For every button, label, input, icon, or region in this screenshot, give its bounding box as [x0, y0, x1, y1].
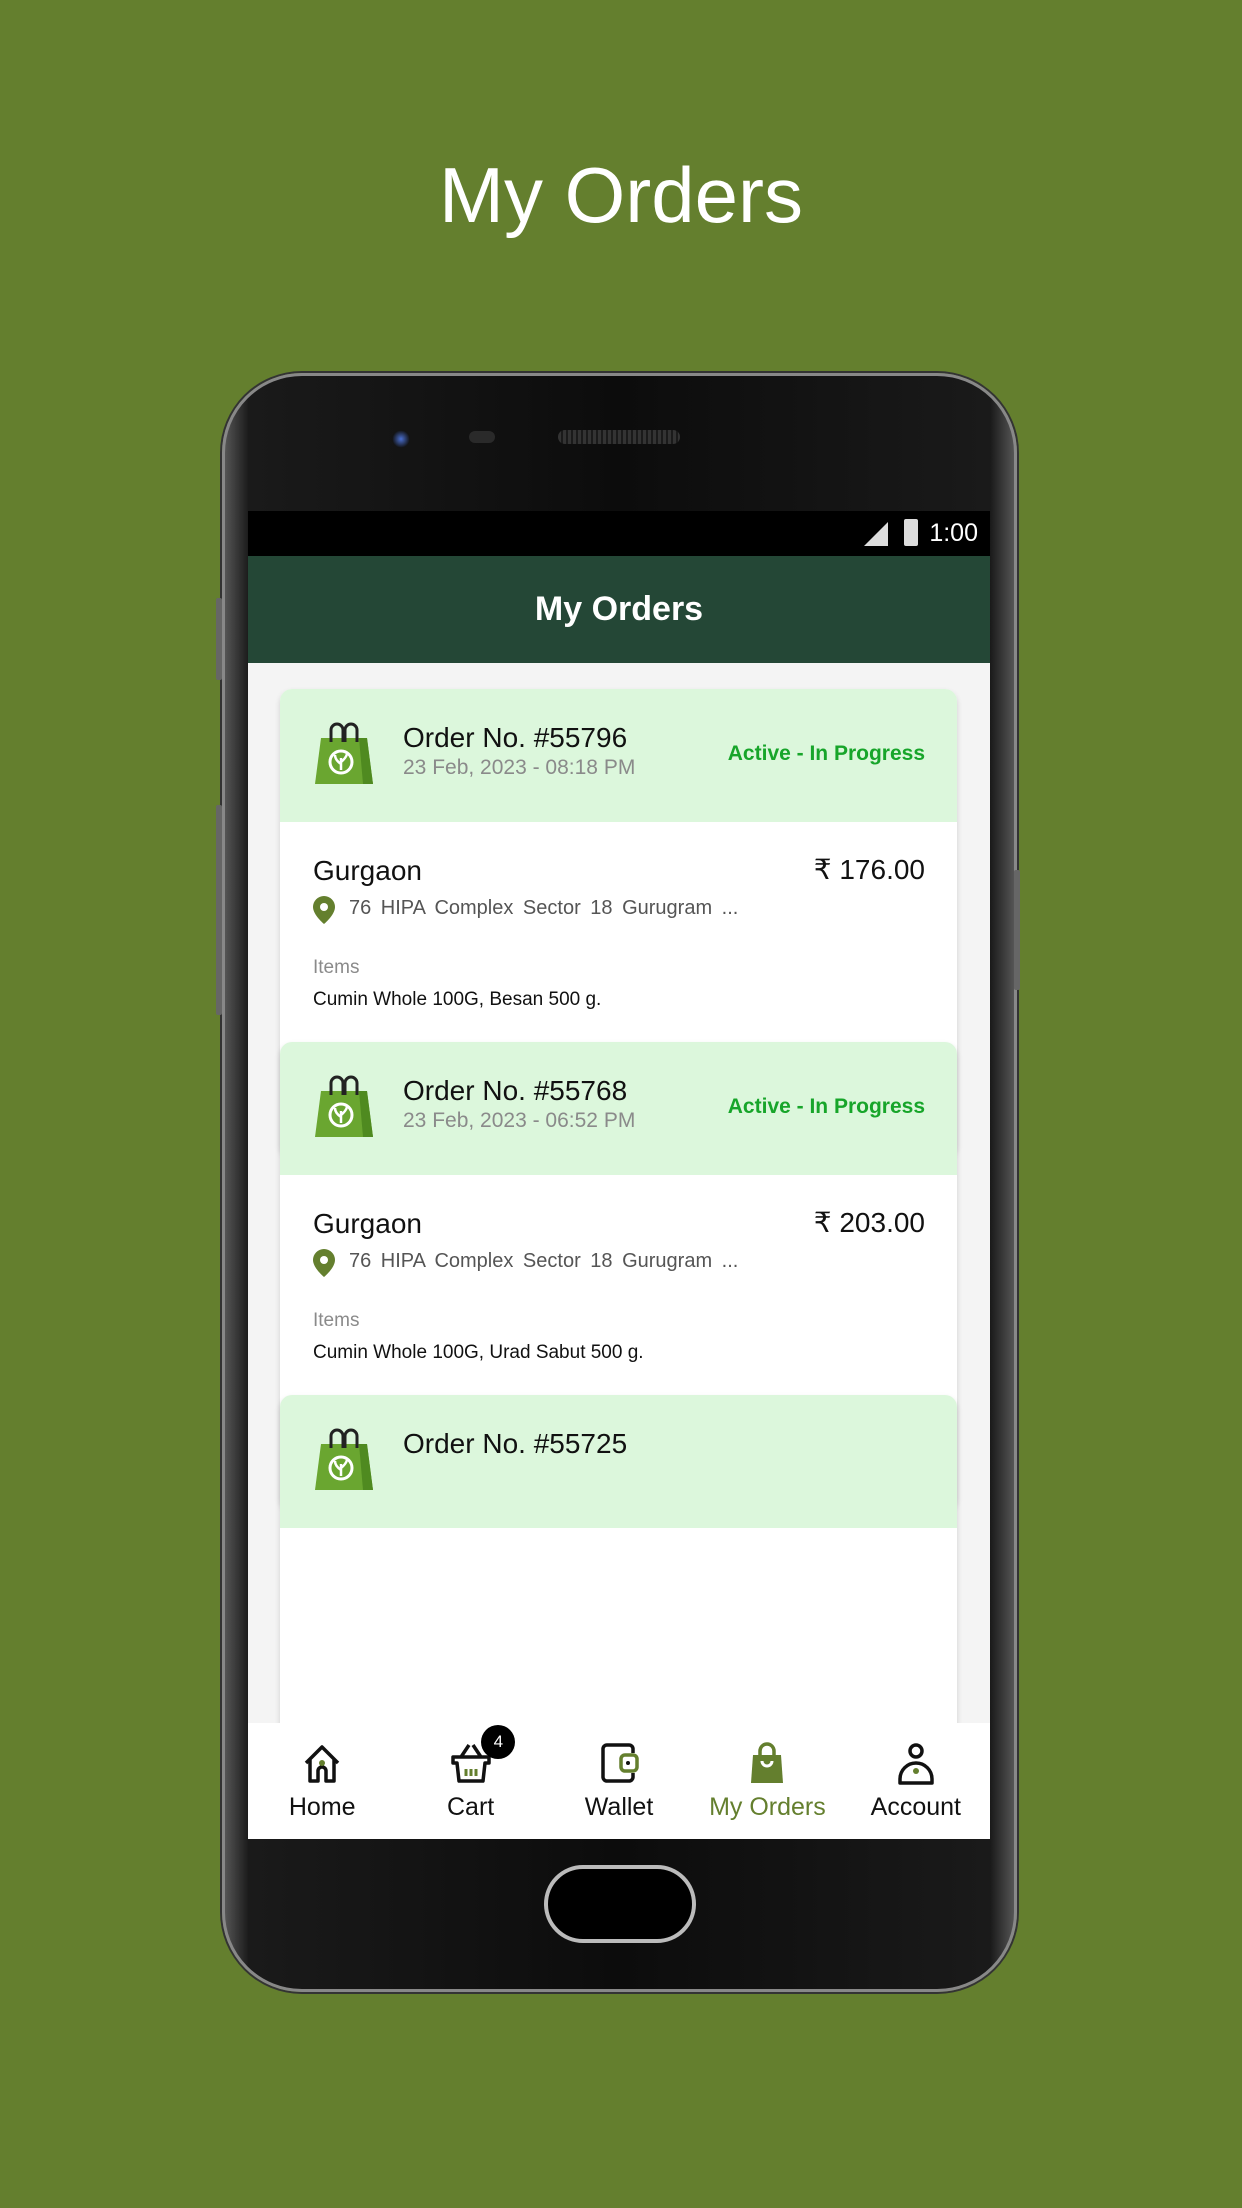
order-card-header: Order No. #55768 23 Feb, 2023 - 06:52 PM… — [280, 1042, 957, 1175]
items-label: Items — [313, 1310, 360, 1331]
shopping-bag-icon — [315, 1075, 373, 1137]
order-card-header: Order No. #55725 — [280, 1395, 957, 1528]
shopping-bag-icon — [315, 1428, 373, 1490]
nav-label: Account — [870, 1793, 961, 1821]
items-label: Items — [313, 957, 360, 978]
cart-badge: 4 — [481, 1725, 516, 1759]
order-price: ₹ 176.00 — [813, 854, 925, 885]
nav-label: Wallet — [584, 1793, 654, 1821]
phone-side-button — [1014, 870, 1020, 990]
status-bar: 1:00 — [248, 511, 990, 556]
nav-cart[interactable]: 4 Cart — [396, 1723, 544, 1839]
order-price: ₹ 203.00 — [813, 1207, 925, 1238]
order-status: Active - In Progress — [727, 742, 925, 765]
location-pin-icon — [313, 896, 335, 924]
nav-my-orders[interactable]: My Orders — [693, 1723, 841, 1839]
wallet-icon — [601, 1743, 639, 1783]
order-number: Order No. #55768 — [403, 1075, 628, 1106]
order-date: 23 Feb, 2023 - 06:52 PM — [403, 1109, 636, 1132]
location-pin-icon — [313, 1249, 335, 1277]
signal-icon — [864, 522, 888, 546]
battery-icon — [904, 519, 918, 546]
camera — [392, 430, 410, 448]
order-date: 23 Feb, 2023 - 08:18 PM — [403, 756, 636, 779]
order-items: Cumin Whole 100G, Urad Sabut 500 g. — [313, 1342, 644, 1363]
sensor — [469, 431, 495, 443]
order-card-header: Order No. #55796 23 Feb, 2023 - 08:18 PM… — [280, 689, 957, 822]
shopping-bag-icon — [315, 722, 373, 784]
order-address: 76 HIPA Complex Sector 18 Gurugram ... — [349, 897, 739, 919]
nav-label: Home — [288, 1793, 356, 1821]
nav-account[interactable]: Account — [842, 1723, 990, 1839]
order-number: Order No. #55725 — [403, 1428, 628, 1459]
nav-label: Cart — [446, 1793, 495, 1821]
nav-home[interactable]: Home — [248, 1723, 396, 1839]
home-icon — [304, 1745, 340, 1783]
order-city: Gurgaon — [313, 1208, 422, 1239]
speaker — [558, 430, 680, 444]
phone-side-button — [216, 598, 222, 680]
nav-wallet[interactable]: Wallet — [545, 1723, 693, 1839]
app-bar-title: My Orders — [248, 556, 990, 663]
order-status: Active - In Progress — [727, 1095, 925, 1118]
order-items: Cumin Whole 100G, Besan 500 g. — [313, 989, 602, 1010]
bottom-nav: Home 4 Cart Wallet My Orders Account — [248, 1723, 990, 1839]
order-address: 76 HIPA Complex Sector 18 Gurugram ... — [349, 1250, 739, 1272]
user-icon — [898, 1743, 934, 1785]
phone-home-button — [544, 1865, 696, 1943]
nav-label: My Orders — [709, 1793, 826, 1821]
order-number: Order No. #55796 — [403, 722, 628, 753]
phone-side-button — [216, 805, 222, 1015]
hero-title: My Orders — [438, 151, 804, 239]
shopping-bag-icon — [751, 1742, 784, 1783]
status-time: 1:00 — [929, 519, 978, 547]
order-city: Gurgaon — [313, 855, 422, 886]
screen: 1:00 My Orders Order No. #55796 23 Feb, … — [248, 511, 990, 1839]
